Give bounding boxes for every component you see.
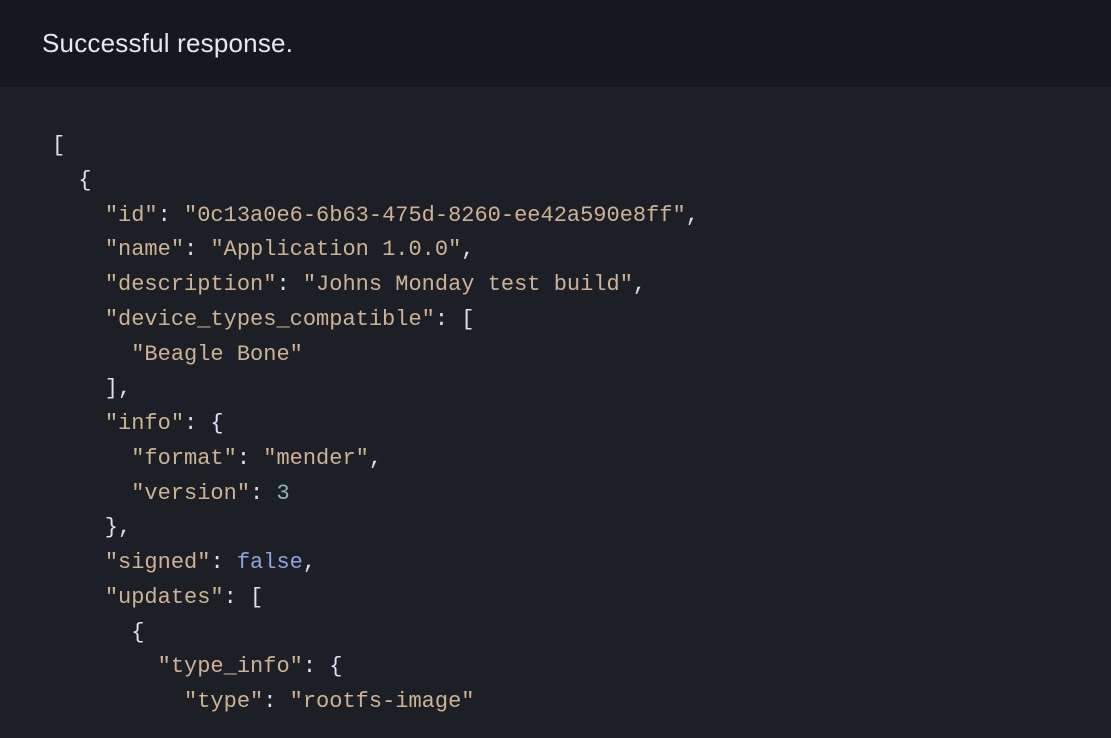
code-token: "name" [105,237,184,262]
code-token: "updates" [105,585,224,610]
code-token: "format" [131,446,237,471]
code-token: , [303,550,316,575]
code-token: { [52,620,144,645]
code-token: , [686,203,699,228]
code-token: : [276,272,302,297]
code-token [52,307,105,332]
code-token: "version" [131,481,250,506]
code-token [52,203,105,228]
code-token [52,654,158,679]
code-token: 3 [276,481,289,506]
code-token [52,550,105,575]
code-token: : [263,689,289,714]
code-token [52,481,131,506]
code-token: : [158,203,184,228]
code-token: "description" [105,272,277,297]
code-token [52,585,105,610]
response-heading: Successful response. [0,0,1111,87]
code-token [52,272,105,297]
code-token: "mender" [263,446,369,471]
code-token: , [461,237,474,262]
code-token: "Beagle Bone" [131,342,303,367]
code-token: { [52,168,92,193]
code-token: "info" [105,411,184,436]
code-token: false [237,550,303,575]
code-token: : { [303,654,343,679]
code-token [52,342,131,367]
code-token: : { [184,411,224,436]
code-token [52,411,105,436]
code-token: : [250,481,276,506]
code-token [52,446,131,471]
code-token: : [184,237,210,262]
code-token: : [ [224,585,264,610]
code-token: }, [52,515,131,540]
code-token: ], [52,376,131,401]
code-token: "Application 1.0.0" [210,237,461,262]
code-token: , [369,446,382,471]
code-token: "id" [105,203,158,228]
code-token [52,237,105,262]
response-body-code: [ { "id": "0c13a0e6-6b63-475d-8260-ee42a… [0,87,1111,720]
code-token [52,689,184,714]
code-token: "device_types_compatible" [105,307,435,332]
code-token: "0c13a0e6-6b63-475d-8260-ee42a590e8ff" [184,203,686,228]
code-token: "rootfs-image" [290,689,475,714]
code-token: , [633,272,646,297]
code-token: [ [52,133,65,158]
code-token: : [ [435,307,475,332]
code-token: : [237,446,263,471]
code-token: "type_info" [158,654,303,679]
code-token: : [210,550,236,575]
code-token: "Johns Monday test build" [303,272,633,297]
code-token: "signed" [105,550,211,575]
code-token: "type" [184,689,263,714]
